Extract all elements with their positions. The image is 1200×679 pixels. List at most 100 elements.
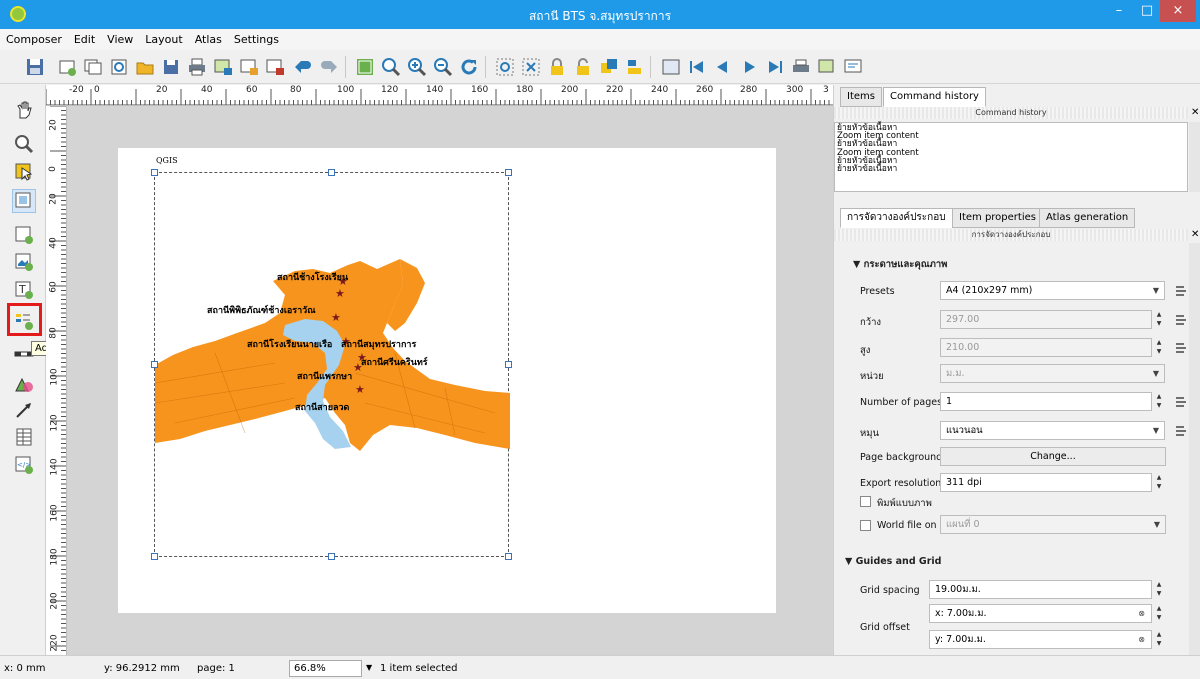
zoom-tool-icon[interactable] <box>12 132 36 156</box>
resize-handle[interactable] <box>151 169 158 176</box>
export-pdf-icon[interactable] <box>264 56 286 78</box>
new-composer-icon[interactable] <box>56 56 78 78</box>
height-field[interactable]: 210.00 <box>940 338 1152 357</box>
resize-handle[interactable] <box>151 361 158 368</box>
last-feature-icon[interactable] <box>764 56 786 78</box>
pages-stepper[interactable]: ▲ ▼ <box>1154 392 1164 411</box>
tab-items[interactable]: Items <box>840 87 882 107</box>
print-icon[interactable] <box>186 56 208 78</box>
data-defined-override-icon[interactable] <box>1174 284 1188 298</box>
tab-composition[interactable]: การจัดวางองค์ประกอบ <box>840 208 953 228</box>
command-history-list[interactable]: ย้ายหัวข้อเนื้อหา Zoom item content ย้าย… <box>834 122 1188 192</box>
close-button[interactable]: × <box>1160 0 1196 22</box>
move-item-content-icon[interactable] <box>12 189 36 213</box>
menu-settings[interactable]: Settings <box>228 29 285 46</box>
print-atlas-icon[interactable] <box>790 56 812 78</box>
menu-atlas[interactable]: Atlas <box>189 29 228 46</box>
first-feature-icon[interactable] <box>686 56 708 78</box>
duplicate-composer-icon[interactable] <box>82 56 104 78</box>
save-template-icon[interactable] <box>160 56 182 78</box>
pages-field[interactable]: 1 <box>940 392 1152 411</box>
export-resolution-field[interactable]: 311 dpi <box>940 473 1152 492</box>
menu-composer[interactable]: Composer <box>0 29 68 46</box>
history-scrollbar[interactable] <box>1189 122 1200 192</box>
change-background-button[interactable]: Change... <box>940 447 1166 466</box>
add-shape-icon[interactable] <box>12 373 36 397</box>
resize-handle[interactable] <box>328 553 335 560</box>
resize-handle[interactable] <box>505 361 512 368</box>
unlock-icon[interactable] <box>572 56 594 78</box>
history-entry[interactable]: ย้ายหัวข้อเนื้อหา <box>837 165 1185 174</box>
composer-label[interactable]: QGIS <box>156 156 178 165</box>
data-defined-override-icon[interactable] <box>1174 313 1188 327</box>
width-field[interactable]: 297.00 <box>940 310 1152 329</box>
raise-items-icon[interactable] <box>598 56 620 78</box>
resize-handle[interactable] <box>505 553 512 560</box>
refresh-icon[interactable] <box>458 56 480 78</box>
tab-atlas-generation[interactable]: Atlas generation <box>1039 208 1136 228</box>
minimize-button[interactable]: – <box>1104 0 1134 22</box>
zoom-full-icon[interactable] <box>354 56 376 78</box>
maximize-button[interactable]: □ <box>1132 0 1162 22</box>
select-move-item-icon[interactable] <box>12 160 36 184</box>
properties-scrollbar[interactable] <box>1189 243 1200 655</box>
orientation-select[interactable]: แนวนอน ▼ <box>940 421 1165 440</box>
units-select[interactable]: ม.ม. ▼ <box>940 364 1165 383</box>
data-defined-override-icon[interactable] <box>1174 395 1188 409</box>
tab-command-history[interactable]: Command history <box>883 87 986 107</box>
paper-page[interactable]: QGIS ★ ★ ★ ★ ★ ★ ★ สถานีช้างโรงเรียน สถานีพิพิ… <box>118 148 776 613</box>
grid-offset-x-field[interactable]: x: 7.00ม.ม. ⊗ <box>929 604 1152 623</box>
export-image-icon[interactable] <box>212 56 234 78</box>
add-attribute-table-icon[interactable] <box>12 425 36 449</box>
zoom-input[interactable]: 66.8% <box>289 660 362 677</box>
previous-feature-icon[interactable] <box>712 56 734 78</box>
clear-icon[interactable]: ⊗ <box>1138 631 1145 648</box>
grid-offset-y-field[interactable]: y: 7.00ม.ม. ⊗ <box>929 630 1152 649</box>
data-defined-override-icon[interactable] <box>1174 424 1188 438</box>
width-stepper[interactable]: ▲ ▼ <box>1154 310 1164 329</box>
section-guides-grid[interactable]: ▼ Guides and Grid <box>845 556 941 567</box>
export-svg-icon[interactable] <box>238 56 260 78</box>
world-file-map-select[interactable]: แผนที่ 0 ▼ <box>940 515 1166 534</box>
close-dock-icon[interactable]: ✕ <box>1191 107 1199 118</box>
tab-item-properties[interactable]: Item properties <box>952 208 1043 228</box>
group-items-icon[interactable] <box>494 56 516 78</box>
data-defined-override-icon[interactable] <box>1174 341 1188 355</box>
presets-select[interactable]: A4 (210x297 mm) ▼ <box>940 281 1165 300</box>
section-paper-quality[interactable]: ▼ กระดาษและคุณภาพ <box>853 257 947 272</box>
resize-handle[interactable] <box>328 169 335 176</box>
pan-hand-icon[interactable] <box>12 98 36 122</box>
menu-edit[interactable]: Edit <box>68 29 101 46</box>
menu-layout[interactable]: Layout <box>139 29 188 46</box>
map-item[interactable]: ★ ★ ★ ★ ★ ★ ★ สถานีช้างโรงเรียน สถานีพิพิธภัณฑ… <box>151 169 512 560</box>
world-file-checkbox[interactable] <box>860 520 871 531</box>
atlas-settings-icon[interactable] <box>842 56 864 78</box>
undo-icon[interactable] <box>292 56 314 78</box>
grid-offset-y-stepper[interactable]: ▲ ▼ <box>1154 630 1164 649</box>
align-items-icon[interactable] <box>624 56 646 78</box>
chevron-down-icon[interactable]: ▼ <box>366 663 372 672</box>
next-feature-icon[interactable] <box>738 56 760 78</box>
add-map-icon[interactable] <box>12 223 36 247</box>
grid-spacing-stepper[interactable]: ▲ ▼ <box>1154 580 1164 599</box>
add-label-icon[interactable]: T <box>12 278 36 302</box>
add-image-icon[interactable] <box>12 250 36 274</box>
add-html-frame-icon[interactable]: </> <box>12 453 36 477</box>
add-arrow-icon[interactable] <box>12 398 36 422</box>
resize-handle[interactable] <box>151 553 158 560</box>
zoom-actual-icon[interactable] <box>380 56 402 78</box>
ungroup-items-icon[interactable] <box>520 56 542 78</box>
redo-icon[interactable] <box>318 56 340 78</box>
height-stepper[interactable]: ▲ ▼ <box>1154 338 1164 357</box>
clear-icon[interactable]: ⊗ <box>1138 605 1145 622</box>
zoom-out-icon[interactable] <box>432 56 454 78</box>
load-template-icon[interactable] <box>134 56 156 78</box>
save-icon[interactable] <box>24 56 46 78</box>
resolution-stepper[interactable]: ▲ ▼ <box>1154 473 1164 492</box>
grid-spacing-field[interactable]: 19.00ม.ม. <box>929 580 1152 599</box>
resize-handle[interactable] <box>505 169 512 176</box>
composer-canvas[interactable]: QGIS ★ ★ ★ ★ ★ ★ ★ สถานีช้างโรงเรียน สถานีพิพิ… <box>67 106 833 655</box>
print-as-raster-checkbox[interactable] <box>860 496 871 507</box>
export-atlas-icon[interactable] <box>816 56 838 78</box>
atlas-preview-icon[interactable] <box>660 56 682 78</box>
